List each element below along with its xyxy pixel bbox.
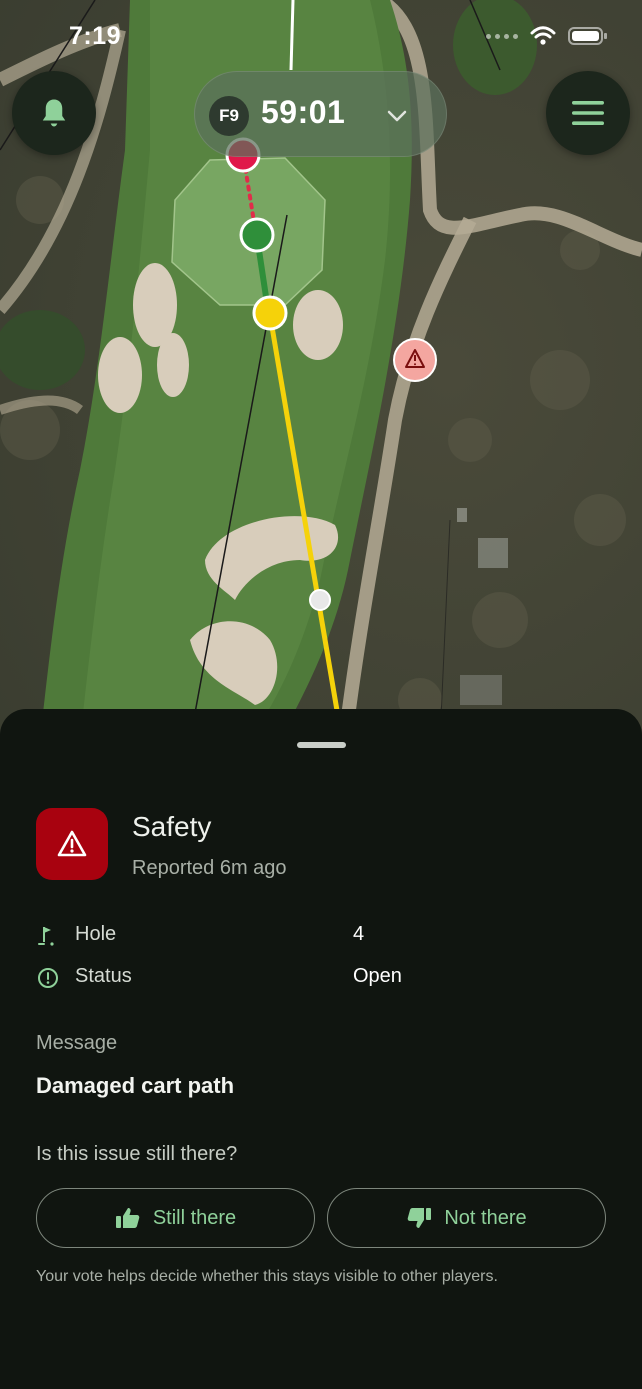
- still-there-button[interactable]: Still there: [36, 1188, 315, 1248]
- issue-category-badge: [36, 808, 108, 880]
- message-label: Message: [36, 1032, 118, 1054]
- thumbs-down-icon: [408, 1208, 432, 1228]
- notifications-button[interactable]: [12, 71, 96, 155]
- round-timer-pill[interactable]: F9 59:01: [194, 71, 447, 157]
- nine-badge: F9: [209, 96, 249, 136]
- timer-value: 59:01: [261, 94, 346, 130]
- battery-icon: [568, 27, 607, 45]
- alert-circle-icon: [38, 968, 58, 988]
- status-bar: 7:19: [0, 0, 642, 70]
- menu-button[interactable]: [546, 71, 630, 155]
- message-text: Damaged cart path: [36, 1073, 235, 1098]
- course-map[interactable]: 7:19 F9 59:01: [0, 0, 642, 740]
- not-there-label: Not there: [444, 1206, 527, 1229]
- still-there-label: Still there: [152, 1206, 237, 1229]
- golf-flag-icon: [38, 927, 54, 946]
- ball-marker[interactable]: [252, 295, 288, 331]
- not-there-button[interactable]: Not there: [327, 1188, 606, 1248]
- sheet-drag-handle[interactable]: [297, 742, 346, 748]
- signal-dots-icon: [486, 33, 518, 39]
- vote-note: Your vote helps decide whether this stay…: [36, 1268, 498, 1285]
- status-time: 7:19: [69, 22, 122, 50]
- detail-row-hole: Hole 4: [36, 921, 596, 951]
- distance-point-marker[interactable]: [309, 589, 331, 611]
- chevron-down-icon: [387, 110, 407, 122]
- hazard-warning-marker[interactable]: [393, 338, 437, 382]
- status-icons: [486, 26, 608, 46]
- vote-question: Is this issue still there?: [36, 1143, 238, 1165]
- target-marker[interactable]: [239, 217, 275, 253]
- wifi-icon: [530, 26, 556, 45]
- detail-row-status: Status Open: [36, 963, 596, 993]
- status-value: Open: [353, 965, 402, 987]
- bell-icon: [42, 99, 66, 127]
- thumbs-up-icon: [115, 1208, 140, 1228]
- hole-label: Hole: [75, 923, 117, 945]
- warning-triangle-icon: [57, 830, 87, 857]
- issue-reported-time: Reported 6m ago: [132, 857, 287, 879]
- hole-value: 4: [353, 923, 365, 945]
- issue-bottom-sheet: Safety Reported 6m ago Hole 4 Status Ope…: [0, 709, 642, 1389]
- issue-title: Safety: [132, 811, 212, 842]
- hamburger-menu-icon: [572, 101, 604, 125]
- status-label: Status: [75, 965, 132, 987]
